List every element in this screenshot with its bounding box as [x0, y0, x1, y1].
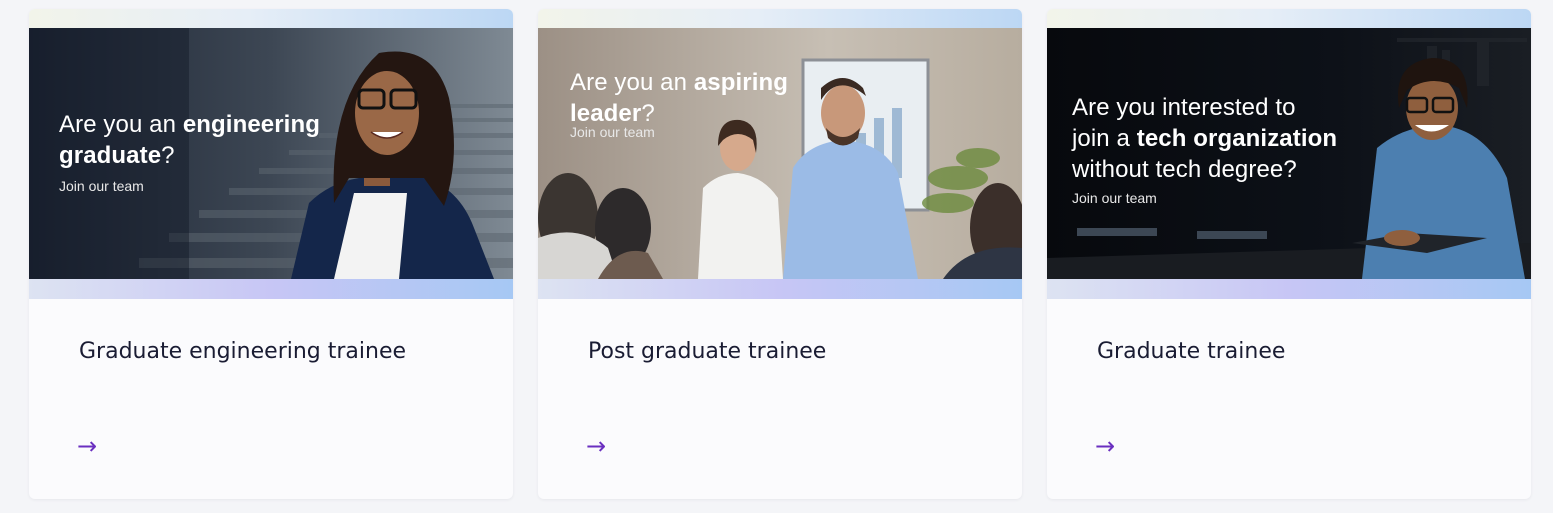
arrow-right-icon[interactable]: →: [1095, 434, 1115, 458]
banner-photo-aspiring-leader: Are you an aspiring leader? Join our team: [538, 28, 1022, 279]
card-title[interactable]: Graduate engineering trainee: [79, 339, 406, 365]
arrow-right-icon[interactable]: →: [586, 434, 606, 458]
banner-gradient-strip: [1047, 279, 1531, 299]
banner-subtext: Join our team: [59, 178, 144, 194]
card-graduate-engineering-trainee[interactable]: Are you an engineering graduate? Join our…: [29, 9, 513, 499]
banner-headline: Are you interested to join a tech organiz…: [1072, 94, 1338, 183]
banner-subtext: Join our team: [570, 124, 655, 140]
banner-photo-engineering-graduate: Are you an engineering graduate? Join our…: [29, 28, 513, 279]
banner-subtext: Join our team: [1072, 190, 1157, 206]
card-title[interactable]: Graduate trainee: [1097, 339, 1285, 365]
card-post-graduate-trainee[interactable]: Are you an aspiring leader? Join our team…: [538, 9, 1022, 499]
banner-gradient-strip: [29, 279, 513, 299]
banner-photo-tech-organization: Are you interested to join a tech organiz…: [1047, 28, 1531, 279]
banner-gradient-strip: [538, 279, 1022, 299]
arrow-right-icon[interactable]: →: [77, 434, 97, 458]
card-graduate-trainee[interactable]: Are you interested to join a tech organiz…: [1047, 9, 1531, 499]
card-title[interactable]: Post graduate trainee: [588, 339, 826, 365]
banner-headline: Are you an aspiring leader?: [570, 69, 788, 127]
job-cards-row: Are you an engineering graduate? Join our…: [0, 0, 1553, 513]
banner-headline: Are you an engineering graduate?: [59, 111, 320, 169]
